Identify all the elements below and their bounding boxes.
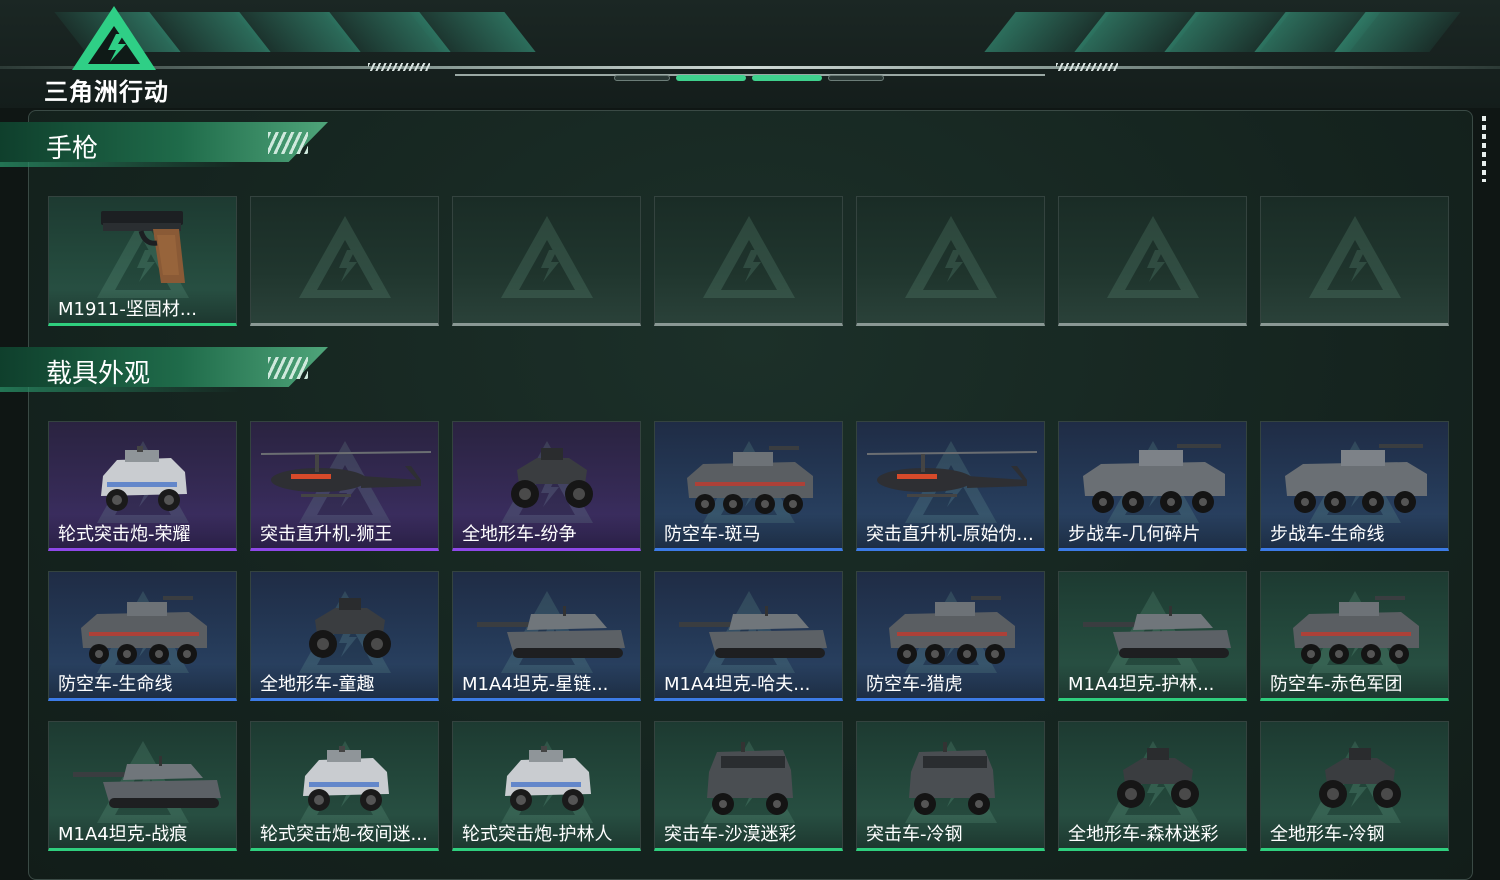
skin-card[interactable]: 防空车-猎虎 — [856, 571, 1045, 701]
skin-name: 防空车-猎虎 — [857, 664, 1044, 698]
pistol-icon — [49, 203, 236, 303]
section-title: 手枪 — [46, 134, 99, 164]
section-header-underline — [0, 162, 240, 167]
armored-car-icon — [49, 578, 236, 678]
skin-name: 轮式突击炮-夜间迷... — [251, 814, 438, 848]
skin-card[interactable]: 轮式突击炮-夜间迷... — [250, 721, 439, 851]
skin-name: 步战车-生命线 — [1261, 514, 1448, 548]
skin-name: M1A4坦克-哈夫... — [655, 664, 842, 698]
skin-name: M1A4坦克-护林... — [1059, 664, 1246, 698]
skin-card[interactable]: 防空车-斑马 — [654, 421, 843, 551]
skin-name: 轮式突击炮-护林人 — [453, 814, 640, 848]
helicopter-icon — [857, 428, 1044, 528]
suv-icon — [655, 728, 842, 828]
skin-name: 防空车-赤色军团 — [1261, 664, 1448, 698]
empty-slot[interactable] — [250, 196, 439, 326]
scroll-dots-icon[interactable] — [1482, 116, 1486, 182]
skin-name: 轮式突击炮-荣耀 — [49, 514, 236, 548]
empty-slot[interactable] — [1058, 196, 1247, 326]
skin-card[interactable]: 全地形车-冷钢 — [1260, 721, 1449, 851]
skin-card[interactable]: M1A4坦克-护林... — [1058, 571, 1247, 701]
skin-name: 防空车-生命线 — [49, 664, 236, 698]
header-rail — [455, 74, 1045, 76]
skin-card[interactable]: 轮式突击炮-护林人 — [452, 721, 641, 851]
skin-name: 突击车-沙漠迷彩 — [655, 814, 842, 848]
skin-card[interactable]: M1A4坦克-战痕 — [48, 721, 237, 851]
skin-card[interactable]: 步战车-生命线 — [1260, 421, 1449, 551]
skin-card[interactable]: 全地形车-森林迷彩 — [1058, 721, 1247, 851]
header-pill — [828, 75, 884, 81]
skin-name: M1A4坦克-战痕 — [49, 814, 236, 848]
skin-card[interactable]: 突击车-沙漠迷彩 — [654, 721, 843, 851]
tank-icon — [655, 578, 842, 678]
delta-watermark-icon — [500, 216, 593, 299]
ifv-icon — [1261, 428, 1448, 528]
skin-card[interactable]: 突击直升机-原始伪... — [856, 421, 1045, 551]
atv-icon — [251, 578, 438, 678]
logo-text: 三角洲行动 — [44, 78, 169, 106]
suv-icon — [857, 728, 1044, 828]
skin-card[interactable]: 全地形车-纷争 — [452, 421, 641, 551]
skin-name: 步战车-几何碎片 — [1059, 514, 1246, 548]
skin-card[interactable]: M1A4坦克-星链... — [452, 571, 641, 701]
helicopter-icon — [251, 428, 438, 528]
skin-card[interactable]: 突击车-冷钢 — [856, 721, 1045, 851]
section-header-vehicle-skins: 载具外观 — [0, 347, 330, 395]
skin-name: 全地形车-纷争 — [453, 514, 640, 548]
section-header-pistol: 手枪 — [0, 122, 330, 170]
slash-decoration-icon — [268, 357, 308, 379]
header-rail — [0, 66, 1500, 69]
skin-card[interactable]: 轮式突击炮-荣耀 — [48, 421, 237, 551]
delta-watermark-icon — [1308, 216, 1401, 299]
section-title: 载具外观 — [46, 359, 151, 389]
delta-watermark-icon — [904, 216, 997, 299]
skin-card[interactable]: 突击直升机-狮王 — [250, 421, 439, 551]
ifv-icon — [1059, 428, 1246, 528]
tank-icon — [1059, 578, 1246, 678]
header-pill-active — [752, 75, 822, 81]
armored-car-icon — [857, 578, 1044, 678]
skin-card[interactable]: 全地形车-童趣 — [250, 571, 439, 701]
skin-name: M1911-坚固材... — [49, 289, 236, 323]
skin-name: 全地形车-冷钢 — [1261, 814, 1448, 848]
skin-name: 突击直升机-原始伪... — [857, 514, 1044, 548]
delta-watermark-icon — [298, 216, 391, 299]
empty-slot[interactable] — [452, 196, 641, 326]
wheeled-vehicle-icon — [453, 728, 640, 828]
skin-name: 突击车-冷钢 — [857, 814, 1044, 848]
armored-car-icon — [655, 428, 842, 528]
skin-card[interactable]: 防空车-生命线 — [48, 571, 237, 701]
skin-card[interactable]: M1A4坦克-哈夫... — [654, 571, 843, 701]
wheeled-vehicle-icon — [49, 428, 236, 528]
skin-card[interactable]: 步战车-几何碎片 — [1058, 421, 1247, 551]
skin-name: 全地形车-森林迷彩 — [1059, 814, 1246, 848]
delta-watermark-icon — [1106, 216, 1199, 299]
skin-name: M1A4坦克-星链... — [453, 664, 640, 698]
skin-card[interactable]: 防空车-赤色军团 — [1260, 571, 1449, 701]
header-pill — [614, 75, 670, 81]
empty-slot[interactable] — [654, 196, 843, 326]
armored-car-icon — [1261, 578, 1448, 678]
slash-decoration-icon — [268, 132, 308, 154]
atv-icon — [1059, 728, 1246, 828]
tank-icon — [453, 578, 640, 678]
header-hatch — [1056, 63, 1118, 71]
skin-card[interactable]: M1911-坚固材... — [48, 196, 237, 326]
top-header — [0, 0, 1500, 108]
header-hatch — [368, 63, 430, 71]
skin-name: 突击直升机-狮王 — [251, 514, 438, 548]
atv-icon — [1261, 728, 1448, 828]
empty-slot[interactable] — [1260, 196, 1449, 326]
empty-slot[interactable] — [856, 196, 1045, 326]
skin-name: 防空车-斑马 — [655, 514, 842, 548]
delta-watermark-icon — [702, 216, 795, 299]
wheeled-vehicle-icon — [251, 728, 438, 828]
atv-icon — [453, 428, 640, 528]
tank-icon — [49, 728, 236, 828]
header-pill-active — [676, 75, 746, 81]
skin-name: 全地形车-童趣 — [251, 664, 438, 698]
